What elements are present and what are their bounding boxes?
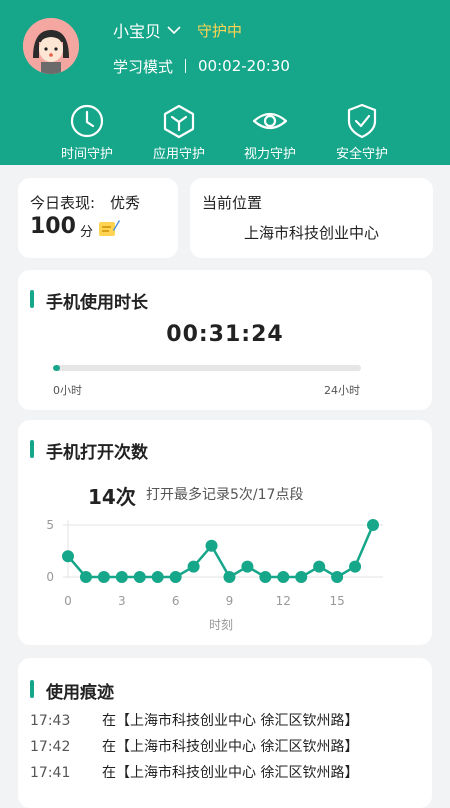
- usage-progress-bar: [53, 365, 361, 371]
- clock-icon: [70, 104, 104, 138]
- data-point: [313, 560, 326, 573]
- divider: [185, 59, 187, 73]
- usage-progress-fill: [53, 365, 60, 371]
- data-point: [151, 571, 164, 583]
- feature-safety-guard[interactable]: 安全守护: [317, 103, 407, 162]
- data-point: [277, 571, 290, 583]
- data-point: [241, 560, 254, 573]
- mode-label: 学习模式: [113, 57, 174, 76]
- score-unit: 分: [80, 225, 94, 240]
- today-score: 100: [30, 214, 76, 239]
- trace-row: 17:42 在【上海市科技创业中心 徐汇区钦州路】: [30, 736, 358, 756]
- y-tick-label: 5: [46, 518, 54, 532]
- x-tick-label: 6: [172, 594, 180, 608]
- today-label: 今日表现:: [30, 194, 96, 212]
- location-card[interactable]: 当前位置 上海市科技创业中心: [190, 178, 433, 258]
- header: 小宝贝 守护中 学习模式 00:02-20:30 时间守护 应用守护 视力守护 …: [0, 0, 450, 165]
- open-count-card[interactable]: 手机打开次数 14次 打开最多记录5次/17点段 0 5 0 3 6 9 12 15 时刻: [18, 420, 432, 645]
- data-point: [295, 571, 308, 583]
- shield-check-icon: [347, 103, 377, 139]
- progress-end-label: 24小时: [324, 384, 360, 397]
- data-point: [367, 519, 379, 531]
- trace-row: 17:43 在【上海市科技创业中心 徐汇区钦州路】: [30, 710, 358, 730]
- feature-label: 应用守护: [152, 147, 205, 162]
- opens-note: 打开最多记录5次/17点段: [146, 487, 304, 503]
- feature-label: 视力守护: [243, 147, 296, 162]
- mode-row: 学习模式 00:02-20:30: [113, 55, 290, 77]
- usage-traces-card[interactable]: 使用痕迹 17:43 在【上海市科技创业中心 徐汇区钦州路】 17:42 在【上海市…: [18, 658, 432, 808]
- x-tick-label: 0: [64, 594, 72, 608]
- x-tick-label: 3: [118, 594, 126, 608]
- data-point: [205, 539, 218, 552]
- today-rating: 优秀: [110, 194, 141, 212]
- data-point: [169, 571, 182, 583]
- title-accent-bar: [30, 440, 34, 458]
- x-axis-label: 时刻: [209, 618, 233, 632]
- y-tick-label: 0: [46, 570, 54, 584]
- feature-time-guard[interactable]: 时间守护: [42, 103, 132, 162]
- usage-title: 手机使用时长: [46, 293, 148, 313]
- avatar-illustration: [23, 18, 79, 74]
- data-point: [331, 571, 344, 583]
- opens-line-chart: 0 5 0 3 6 9 12 15 时刻: [46, 518, 383, 632]
- data-point: [62, 550, 74, 563]
- opens-count: 14次: [88, 485, 136, 509]
- chevron-down-icon: [167, 26, 181, 35]
- schedule-label: 00:02-20:30: [198, 57, 290, 75]
- usage-duration: 00:31:24: [166, 322, 284, 347]
- data-point: [133, 571, 146, 583]
- note-icon: [99, 220, 120, 236]
- trace-time: 17:41: [30, 765, 71, 781]
- eye-icon: [252, 112, 288, 130]
- trace-text: 在【上海市科技创业中心 徐汇区钦州路】: [102, 739, 359, 755]
- trace-text: 在【上海市科技创业中心 徐汇区钦州路】: [102, 713, 359, 729]
- x-tick-label: 12: [276, 594, 291, 608]
- child-avatar[interactable]: [23, 18, 79, 74]
- app-cube-icon: [163, 104, 195, 139]
- data-point: [187, 560, 200, 573]
- data-point: [349, 560, 362, 573]
- location-label: 当前位置: [202, 194, 263, 212]
- x-tick-label: 15: [329, 594, 344, 608]
- child-switcher[interactable]: 小宝贝 守护中: [113, 18, 242, 42]
- feature-label: 时间守护: [60, 147, 113, 162]
- x-tick-label: 9: [226, 594, 234, 608]
- feature-vision-guard[interactable]: 视力守护: [225, 103, 315, 162]
- traces-title: 使用痕迹: [46, 683, 114, 703]
- trace-text: 在【上海市科技创业中心 徐汇区钦州路】: [102, 765, 359, 781]
- trace-time: 17:43: [30, 713, 71, 729]
- data-point: [223, 571, 236, 583]
- title-accent-bar: [30, 680, 34, 698]
- feature-label: 安全守护: [335, 147, 388, 162]
- location-value: 上海市科技创业中心: [244, 224, 380, 242]
- data-point: [97, 571, 110, 583]
- data-point: [115, 571, 128, 583]
- data-point: [259, 571, 272, 583]
- opens-title: 手机打开次数: [46, 443, 148, 463]
- trace-time: 17:42: [30, 739, 71, 755]
- today-performance-card[interactable]: 今日表现: 优秀 100 分: [18, 178, 178, 258]
- guard-status-label: 守护中: [197, 21, 243, 40]
- data-point: [79, 571, 92, 583]
- usage-duration-card[interactable]: 手机使用时长 00:31:24 0小时 24小时: [18, 270, 432, 410]
- progress-start-label: 0小时: [53, 384, 82, 397]
- trace-row: 17:41 在【上海市科技创业中心 徐汇区钦州路】: [30, 762, 358, 782]
- child-name: 小宝贝: [113, 22, 162, 41]
- feature-nav: 时间守护 应用守护 视力守护 安全守护: [0, 103, 450, 162]
- series-line: [67, 524, 375, 579]
- title-accent-bar: [30, 290, 34, 308]
- feature-app-guard[interactable]: 应用守护: [134, 103, 224, 162]
